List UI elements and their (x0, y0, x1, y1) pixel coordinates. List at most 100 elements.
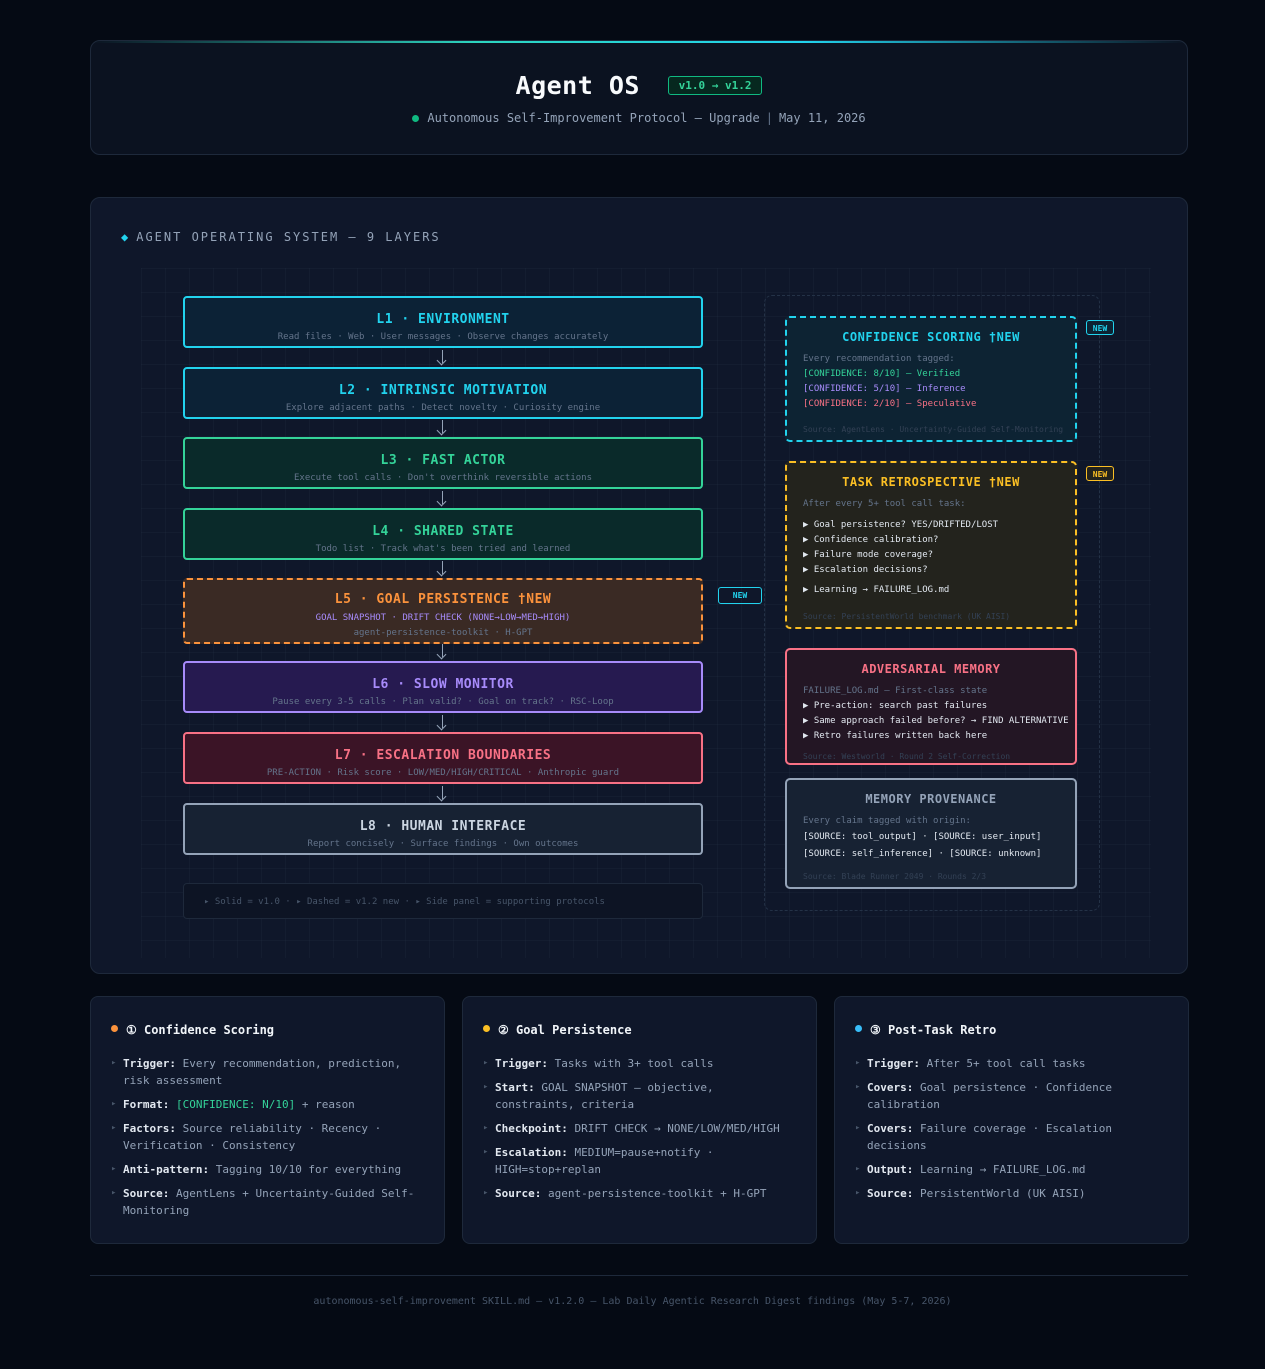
layer-title: L6 · SLOW MONITOR (372, 677, 514, 692)
layer-subtitle: Execute tool calls · Don't overthink rev… (293, 473, 592, 483)
retro-learning: ▶ Learning → FAILURE_LOG.md (803, 585, 950, 595)
layer-title: L3 · FAST ACTOR (380, 453, 506, 468)
bullet-dot-icon (483, 1025, 490, 1032)
card-title: MEMORY PROVENANCE (865, 792, 997, 806)
layer-title: L4 · SHARED STATE (372, 524, 514, 539)
detail-item: Output: Learning → FAILURE_LOG.md (855, 1161, 1168, 1178)
detail-item: Escalation: MEDIUM=pause+notify · HIGH=s… (483, 1144, 796, 1178)
section-title-text: AGENT OPERATING SYSTEM — 9 LAYERS (136, 230, 441, 244)
detail-card-confidence-scoring: ① Confidence Scoring Trigger: Every reco… (90, 996, 445, 1244)
page-title: Agent OS (515, 71, 640, 100)
header-date: May 11, 2026 (778, 111, 866, 125)
detail-item: Anti-pattern: Tagging 10/10 for everythi… (111, 1161, 424, 1178)
layer-l1-environment: L1 · ENVIRONMENT Read files · Web · User… (183, 296, 703, 348)
detail-card-goal-persistence: ② Goal Persistence Trigger: Tasks with 3… (462, 996, 817, 1244)
adversarial-item: ▶ Retro failures written back here (803, 731, 988, 741)
layer-l6-slow-monitor: L6 · SLOW MONITOR Pause every 3-5 calls … (183, 661, 703, 713)
layer-title: L2 · INTRINSIC MOTIVATION (338, 383, 548, 398)
retro-item: ▶ Failure mode coverage? (803, 550, 934, 560)
layer-subtitle: PRE-ACTION · Risk score · LOW/MED/HIGH/C… (266, 768, 620, 778)
status-dot-icon (412, 115, 420, 122)
detail-item: Checkpoint: DRIFT CHECK → NONE/LOW/MED/H… (483, 1120, 796, 1137)
detail-item: Format: [CONFIDENCE: N/10] + reason (111, 1096, 424, 1113)
layer-title: L1 · ENVIRONMENT (376, 312, 510, 327)
layer-l2-intrinsic-motivation: L2 · INTRINSIC MOTIVATION Explore adjace… (183, 367, 703, 419)
layer-subtitle: Pause every 3-5 calls · Plan valid? · Go… (272, 697, 614, 707)
layer-title: L7 · ESCALATION BOUNDARIES (334, 748, 552, 763)
detail-item: Covers: Goal persistence · Confidence ca… (855, 1079, 1168, 1113)
section-title: ◆ AGENT OPERATING SYSTEM — 9 LAYERS (121, 230, 441, 244)
layer-l8-human-interface: L8 · HUMAN INTERFACE Report concisely · … (183, 803, 703, 855)
card-title: TASK RETROSPECTIVE †NEW (842, 475, 1020, 489)
provenance-item: [SOURCE: self_inference] · [SOURCE: unkn… (803, 849, 1042, 859)
detail-item: Source: agent-persistence-toolkit + H-GP… (483, 1185, 796, 1202)
confidence-inference: [CONFIDENCE: 5/10] — Inference (803, 384, 966, 394)
layer-subtitle: Todo list · Track what's been tried and … (315, 544, 571, 554)
arrow-down-icon (442, 420, 443, 433)
header-accent-line (91, 41, 1187, 43)
retro-item: ▶ Confidence calibration? (803, 535, 939, 545)
detail-item: Trigger: Tasks with 3+ tool calls (483, 1055, 796, 1072)
footer-divider (90, 1275, 1188, 1276)
detail-item: Trigger: After 5+ tool call tasks (855, 1055, 1168, 1072)
detail-item: Source: AgentLens + Uncertainty-Guided S… (111, 1185, 424, 1219)
adversarial-item: ▶ Pre-action: search past failures (803, 701, 988, 711)
card-task-retrospective: TASK RETROSPECTIVE †NEW After every 5+ t… (785, 461, 1077, 629)
confidence-verified: [CONFIDENCE: 8/10] — Verified (803, 369, 961, 379)
detail-item: Factors: Source reliability · Recency · … (111, 1120, 424, 1154)
diamond-icon: ◆ (121, 230, 131, 244)
detail-card-post-task-retro: ③ Post-Task Retro Trigger: After 5+ tool… (834, 996, 1189, 1244)
layer-l4-shared-state: L4 · SHARED STATE Todo list · Track what… (183, 508, 703, 560)
bullet-dot-icon (111, 1025, 118, 1032)
card-lead: FAILURE_LOG.md — First-class state (803, 686, 988, 696)
card-source: Source: Blade Runner 2049 · Rounds 2/3 (803, 872, 987, 881)
card-adversarial-memory: ADVERSARIAL MEMORY FAILURE_LOG.md — Firs… (785, 648, 1077, 765)
card-lead: After every 5+ tool call task: (803, 499, 966, 509)
protocol-label: Autonomous Self-Improvement Protocol — U… (427, 111, 760, 125)
layer-l5-goal-persistence: L5 · GOAL PERSISTENCE †NEW GOAL SNAPSHOT… (183, 578, 703, 644)
footer-text: autonomous-self-improvement SKILL.md — v… (313, 1296, 952, 1307)
confidence-speculative: [CONFIDENCE: 2/10] — Speculative (803, 399, 977, 409)
card-title: ADVERSARIAL MEMORY (861, 662, 1001, 676)
arrow-down-icon (442, 350, 443, 363)
header-subtitle: Autonomous Self-Improvement Protocol — U… (91, 111, 1187, 125)
card-source: Source: AgentLens · Uncertainty-Guided S… (803, 425, 1064, 434)
card-confidence-scoring: CONFIDENCE SCORING †NEW Every recommenda… (785, 316, 1077, 442)
diagram-legend: ▸ Solid = v1.0 · ▸ Dashed = v1.2 new · ▸… (183, 883, 703, 919)
diagram-panel: ◆ AGENT OPERATING SYSTEM — 9 LAYERS L1 · … (90, 197, 1188, 974)
card-memory-provenance: MEMORY PROVENANCE Every claim tagged wit… (785, 778, 1077, 889)
detail-item: Start: GOAL SNAPSHOT — objective, constr… (483, 1079, 796, 1113)
header-panel: Agent OS v1.0 → v1.2 Autonomous Self-Imp… (90, 40, 1188, 155)
format-highlight: [CONFIDENCE: N/10] (175, 1098, 296, 1111)
layer-subtitle: Report concisely · Surface findings · Ow… (307, 839, 579, 849)
layer-l3-fast-actor: L3 · FAST ACTOR Execute tool calls · Don… (183, 437, 703, 489)
layer-title: L5 · GOAL PERSISTENCE †NEW (334, 592, 552, 607)
detail-card-title: ① Confidence Scoring (126, 1023, 275, 1037)
card-source: Source: PersistentWorld benchmark (UK AI… (803, 612, 1011, 621)
arrow-down-icon (442, 561, 443, 574)
detail-item: Covers: Failure coverage · Escalation de… (855, 1120, 1168, 1154)
new-badge: NEW (718, 587, 762, 604)
layer-subtitle: GOAL SNAPSHOT · DRIFT CHECK (NONE→LOW→ME… (315, 613, 571, 623)
arrow-down-icon (442, 644, 443, 657)
arrow-down-icon (442, 786, 443, 799)
version-badge: v1.0 → v1.2 (667, 76, 763, 95)
detail-card-title: ② Goal Persistence (498, 1023, 632, 1037)
arrow-down-icon (442, 715, 443, 728)
card-source: Source: Westworld · Round 2 Self-Correct… (803, 752, 1011, 761)
layer-subtitle: Explore adjacent paths · Detect novelty … (285, 403, 601, 413)
card-lead: Every recommendation tagged: (803, 354, 955, 364)
retro-item: ▶ Escalation decisions? (803, 565, 928, 575)
retro-item: ▶ Goal persistence? YES/DRIFTED/LOST (803, 520, 999, 530)
card-title: CONFIDENCE SCORING †NEW (842, 330, 1020, 344)
layer-title: L8 · HUMAN INTERFACE (359, 819, 527, 834)
detail-item: Trigger: Every recommendation, predictio… (111, 1055, 424, 1089)
detail-card-title: ③ Post-Task Retro (870, 1023, 997, 1037)
detail-item: Source: PersistentWorld (UK AISI) (855, 1185, 1168, 1202)
layer-source: agent-persistence-toolkit · H-GPT (353, 628, 533, 638)
layer-l7-escalation-boundaries: L7 · ESCALATION BOUNDARIES PRE-ACTION · … (183, 732, 703, 784)
layer-subtitle: Read files · Web · User messages · Obser… (277, 332, 609, 342)
new-badge: NEW (1086, 320, 1114, 335)
arrow-down-icon (442, 491, 443, 504)
new-badge: NEW (1086, 466, 1114, 481)
